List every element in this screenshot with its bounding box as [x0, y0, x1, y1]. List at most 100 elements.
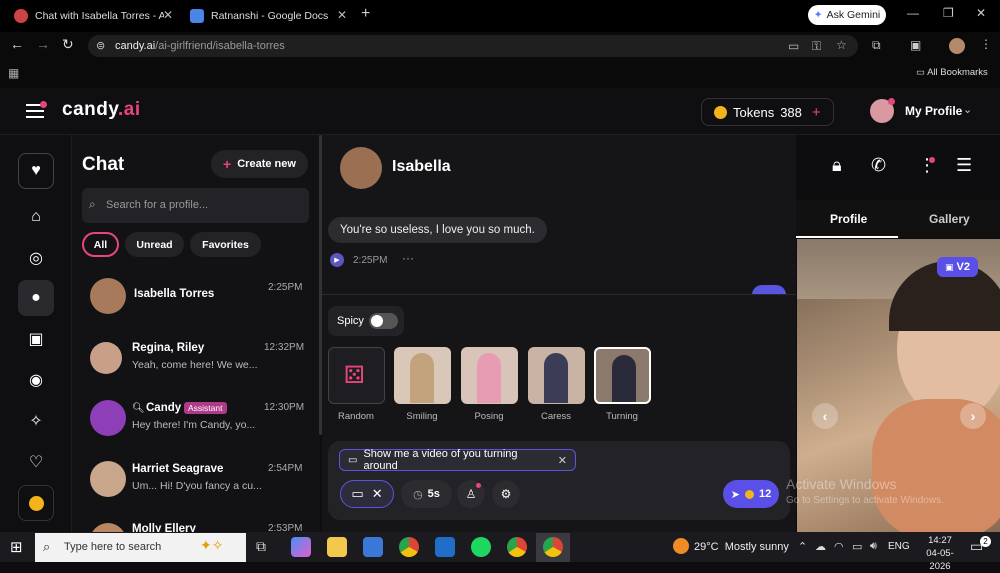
avatar [90, 342, 122, 374]
browser-profile-avatar[interactable] [949, 38, 965, 54]
tray-chevron-icon[interactable]: ⌃ [798, 540, 807, 553]
browser-tab-candy[interactable]: Chat with Isabella Torres - AI G [14, 4, 164, 28]
gallery-image-icon[interactable]: ▣ [18, 321, 54, 357]
pose-label: Smiling [406, 411, 438, 422]
conversation-avatar[interactable] [340, 147, 382, 189]
taskbar-search[interactable]: ⌕ Type here to search ✦✧ [35, 533, 246, 562]
back-icon[interactable]: ← [10, 36, 24, 52]
all-bookmarks[interactable]: ▭ All Bookmarks [916, 67, 988, 78]
remove-chip-icon[interactable]: ✕ [558, 454, 567, 467]
generate-image-icon[interactable]: ◉ [18, 362, 54, 398]
chrome-profile-icon[interactable] [507, 537, 527, 557]
apps-grid-icon[interactable]: ▦ [8, 66, 19, 80]
chrome-icon[interactable] [399, 537, 419, 557]
pose-random[interactable]: ⚄ [328, 347, 385, 404]
spotify-icon[interactable] [471, 537, 491, 557]
pose-posing[interactable] [461, 347, 518, 404]
plus-icon: + [223, 156, 232, 172]
windows-start-icon[interactable]: ⊞ [10, 538, 23, 556]
copilot-icon[interactable] [291, 537, 311, 557]
language-indicator[interactable]: ENG [888, 541, 910, 552]
password-key-icon[interactable]: ⚿ [812, 39, 821, 54]
app-logo[interactable]: candy.ai [62, 99, 141, 121]
ask-gemini-button[interactable]: ✦ Ask Gemini [808, 5, 886, 25]
forward-icon[interactable]: → [36, 36, 50, 52]
task-view-icon[interactable]: ⧉ [256, 538, 266, 555]
collapse-panel-icon[interactable]: ☰ [956, 155, 972, 176]
coin-icon [744, 489, 754, 499]
settings-sliders-icon[interactable]: ⚙ [492, 480, 520, 508]
address-bar[interactable]: ⊜ candy.ai/ai-girlfriend/isabella-torres… [88, 35, 858, 57]
add-tokens-icon[interactable]: + [812, 104, 821, 121]
tab-gallery[interactable]: Gallery [929, 212, 970, 226]
tab-search-icon[interactable]: ▣ [910, 38, 921, 52]
filter-favorites[interactable]: Favorites [190, 232, 261, 257]
maximize-icon[interactable]: ❐ [943, 6, 954, 20]
tab-profile[interactable]: Profile [830, 212, 867, 226]
profile-search-field[interactable]: ⌕ Search for a profile... [82, 188, 309, 223]
chat-item-isabella[interactable]: Isabella Torres 2:25PM [90, 278, 312, 334]
home-icon[interactable]: ⌂ [18, 199, 54, 235]
chat-item-name: Isabella Torres [134, 288, 215, 300]
close-tab-icon[interactable]: ✕ [337, 8, 347, 22]
version-badge: ▣ V2 [937, 257, 978, 277]
wifi-icon[interactable]: ◠ [834, 540, 844, 553]
pose-turning[interactable] [594, 347, 651, 404]
new-tab-icon[interactable]: + [361, 5, 370, 23]
lock-icon[interactable]: 🔒︎ [832, 155, 842, 176]
play-audio-icon[interactable]: ▶ [330, 253, 344, 267]
prompt-chip[interactable]: ▭ Show me a video of you turning around … [339, 448, 576, 472]
file-explorer-icon[interactable] [327, 537, 347, 557]
close-window-icon[interactable]: ✕ [976, 6, 986, 20]
divider [322, 294, 796, 295]
magic-wand-icon[interactable]: ✧ [18, 403, 54, 439]
explore-compass-icon[interactable]: ◎ [18, 240, 54, 276]
chat-item-candy[interactable]: 🔍︎ Candy Assistant Hey there! I'm Candy,… [90, 400, 312, 456]
broken-heart-icon[interactable]: ♡ [18, 444, 54, 480]
chat-item-molly[interactable]: Molly Ellery 2:53PM [90, 521, 312, 532]
store-icon[interactable] [363, 537, 383, 557]
reload-icon[interactable]: ↻ [62, 36, 74, 53]
extensions-icon[interactable]: ⧉ [872, 38, 881, 53]
message-options-icon[interactable]: ··· [402, 251, 414, 265]
browser-tab-docs[interactable]: Ratnanshi - Google Docs [190, 4, 330, 28]
create-new-button[interactable]: + Create new [211, 150, 308, 178]
network-icon[interactable]: ▭ [852, 540, 862, 553]
video-mode-toggle[interactable]: ▭ ✕ [340, 480, 394, 508]
bookmark-star-icon[interactable]: ☆ [836, 38, 847, 52]
weather-text[interactable]: 29°C Mostly sunny [694, 541, 789, 553]
site-info-icon[interactable]: ⊜ [96, 39, 105, 52]
more-notification-dot [929, 157, 935, 163]
tokens-button[interactable]: Tokens 388 + [701, 98, 834, 126]
chat-bubble-icon[interactable]: ● [18, 280, 54, 316]
cast-icon[interactable]: ▭ [788, 39, 799, 53]
next-photo-button[interactable]: › [960, 403, 986, 429]
favorites-heart-icon[interactable]: ♥ [18, 153, 54, 189]
image-icon: ▣ [945, 261, 954, 272]
menu-kebab-icon[interactable]: ⋮ [980, 37, 992, 51]
filter-all[interactable]: All [82, 232, 119, 257]
filter-unread[interactable]: Unread [125, 232, 184, 257]
pose-caress[interactable] [528, 347, 585, 404]
close-icon[interactable]: ✕ [372, 486, 383, 502]
chat-item-harriet[interactable]: Harriet Seagrave Um... Hi! D'you fancy a… [90, 461, 312, 517]
active-taskbar-app[interactable] [536, 533, 570, 562]
search-placeholder[interactable]: Search for a profile... [106, 199, 208, 211]
premium-coin-icon[interactable] [18, 485, 54, 521]
onedrive-icon[interactable]: ☁ [815, 540, 826, 553]
my-profile-label[interactable]: My Profile [905, 104, 962, 118]
minimize-icon[interactable]: — [907, 6, 919, 20]
volume-icon[interactable]: 🔊︎ [870, 540, 877, 553]
call-icon[interactable]: ✆ [871, 155, 886, 176]
pose-smiling[interactable] [394, 347, 451, 404]
duration-button[interactable]: ◷ 5s [401, 480, 452, 508]
chevron-down-icon[interactable]: ⌄ [963, 103, 972, 116]
search-mini-icon: 🔍︎ [132, 403, 145, 414]
close-tab-icon[interactable]: ✕ [163, 8, 173, 22]
send-button[interactable]: ➤ 12 [723, 480, 779, 508]
chat-item-regina-riley[interactable]: Regina, Riley Yeah, come here! We we... … [90, 340, 312, 396]
clock[interactable]: 14:27 04-05-2026 [918, 534, 962, 572]
spicy-toggle[interactable] [369, 313, 398, 329]
outlook-icon[interactable] [435, 537, 455, 557]
prev-photo-button[interactable]: ‹ [812, 403, 838, 429]
